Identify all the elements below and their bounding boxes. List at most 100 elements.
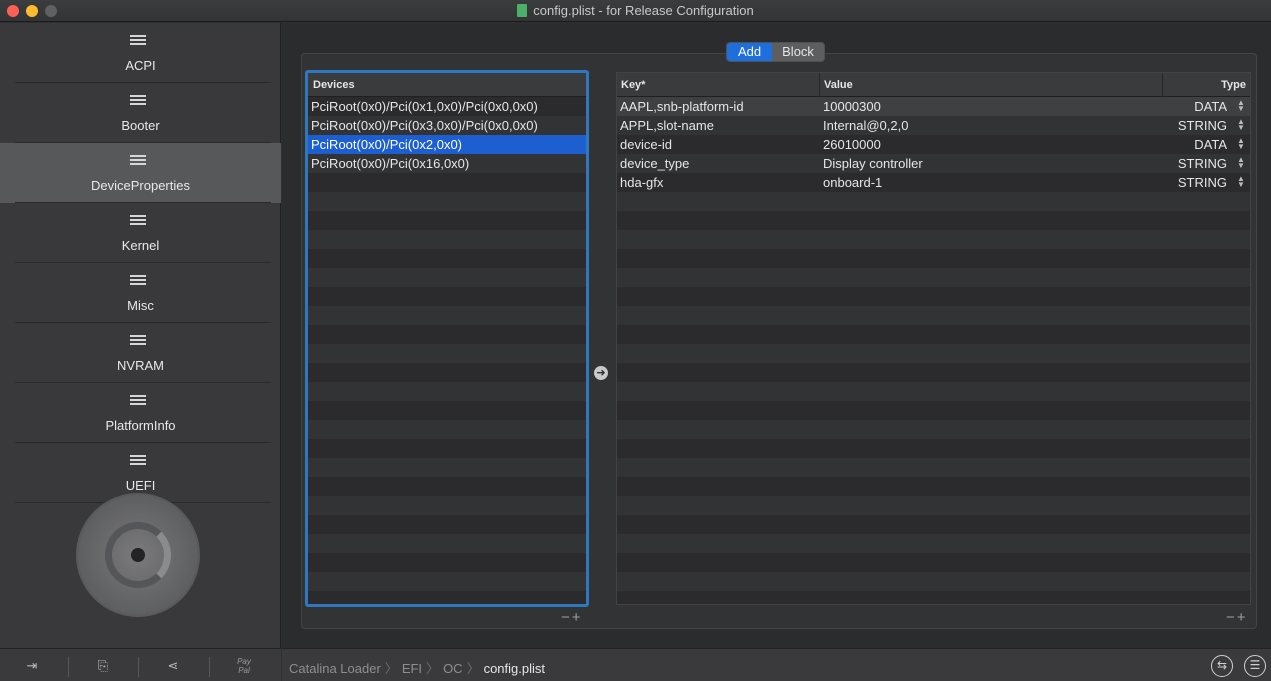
key-column-header[interactable]: Key* bbox=[617, 73, 820, 97]
empty-row bbox=[308, 382, 586, 401]
type-stepper-icon[interactable]: ▲ ▼ bbox=[1237, 99, 1245, 113]
sidebar-item-acpi[interactable]: ACPI bbox=[0, 23, 281, 83]
sidebar-item-label: NVRAM bbox=[117, 358, 164, 373]
path-bar: Catalina Loader 〉 EFI 〉 OC 〉 config.plist ⇆ ☰ bbox=[282, 648, 1271, 681]
empty-row bbox=[308, 363, 586, 382]
export-icon[interactable]: ⎘ bbox=[94, 657, 112, 675]
empty-row bbox=[617, 192, 1250, 211]
property-type[interactable]: STRING bbox=[1178, 154, 1227, 173]
tab-block[interactable]: Block bbox=[772, 43, 824, 61]
type-stepper-icon[interactable]: ▲ ▼ bbox=[1237, 118, 1245, 132]
sidebar-item-kernel[interactable]: Kernel bbox=[0, 203, 281, 263]
empty-row bbox=[308, 572, 586, 591]
add-property-button[interactable]: + bbox=[1237, 609, 1248, 626]
properties-remove-add-buttons[interactable]: −+ bbox=[1226, 609, 1248, 626]
type-stepper-icon[interactable]: ▲ ▼ bbox=[1237, 175, 1245, 189]
empty-row bbox=[617, 268, 1250, 287]
sidebar-item-deviceproperties[interactable]: DeviceProperties bbox=[0, 143, 281, 203]
empty-row bbox=[617, 515, 1250, 534]
add-block-segmented-control: Add Block bbox=[726, 42, 825, 62]
remove-property-button[interactable]: − bbox=[1226, 609, 1237, 626]
list-icon bbox=[130, 455, 146, 469]
tab-add[interactable]: Add bbox=[727, 43, 773, 61]
sidebar-item-label: DeviceProperties bbox=[91, 178, 190, 193]
list-icon bbox=[130, 155, 146, 169]
list-icon bbox=[130, 215, 146, 229]
chevron-right-icon: 〉 bbox=[426, 661, 440, 676]
import-icon[interactable]: ⇥ bbox=[23, 657, 41, 675]
devices-table[interactable]: Devices PciRoot(0x0)/Pci(0x1,0x0)/Pci(0x… bbox=[305, 70, 589, 607]
properties-header: Key* Value Type bbox=[617, 73, 1250, 97]
add-device-button[interactable]: + bbox=[572, 609, 583, 626]
breadcrumb-item[interactable]: OC bbox=[443, 661, 463, 676]
type-stepper-icon[interactable]: ▲ ▼ bbox=[1237, 156, 1245, 170]
property-value[interactable]: Display controller bbox=[823, 154, 923, 173]
type-column-header[interactable]: Type bbox=[1163, 73, 1250, 97]
swap-arrows-icon[interactable]: ⇆ bbox=[1211, 655, 1233, 677]
property-value[interactable]: 26010000 bbox=[823, 135, 881, 154]
property-key[interactable]: device-id bbox=[620, 135, 672, 154]
sidebar-item-platforminfo[interactable]: PlatformInfo bbox=[0, 383, 281, 443]
list-menu-icon[interactable]: ☰ bbox=[1244, 655, 1266, 677]
chevron-right-icon: 〉 bbox=[384, 661, 398, 676]
property-key[interactable]: AAPL,snb-platform-id bbox=[620, 97, 744, 116]
properties-table[interactable]: Key* Value Type AAPL,snb-platform-id 1000… bbox=[616, 72, 1251, 605]
property-row[interactable]: AAPL,snb-platform-id 10000300 DATA ▲ ▼ bbox=[617, 97, 1250, 116]
sidebar-item-label: Misc bbox=[127, 298, 154, 313]
breadcrumb-item[interactable]: Catalina Loader bbox=[289, 661, 381, 676]
property-type[interactable]: STRING bbox=[1178, 116, 1227, 135]
property-row[interactable]: device_type Display controller STRING ▲ ▼ bbox=[617, 154, 1250, 173]
sidebar-item-nvram[interactable]: NVRAM bbox=[0, 323, 281, 383]
go-arrow-icon[interactable]: ➜ bbox=[594, 366, 608, 380]
empty-row bbox=[308, 401, 586, 420]
app-logo-disc bbox=[76, 493, 200, 617]
empty-row bbox=[308, 173, 586, 192]
empty-row bbox=[308, 553, 586, 572]
sidebar-item-booter[interactable]: Booter bbox=[0, 83, 281, 143]
breadcrumb: Catalina Loader 〉 EFI 〉 OC 〉 config.plist bbox=[289, 658, 545, 677]
empty-row bbox=[617, 249, 1250, 268]
empty-row bbox=[308, 344, 586, 363]
empty-row bbox=[308, 496, 586, 515]
remove-device-button[interactable]: − bbox=[561, 609, 572, 626]
empty-row bbox=[308, 287, 586, 306]
property-key[interactable]: APPL,slot-name bbox=[620, 116, 714, 135]
property-value[interactable]: onboard-1 bbox=[823, 173, 882, 192]
breadcrumb-item[interactable]: config.plist bbox=[484, 661, 545, 676]
devices-column-header[interactable]: Devices bbox=[308, 73, 586, 97]
window-title-wrap: config.plist - for Release Configuration bbox=[0, 3, 1271, 18]
device-row[interactable]: PciRoot(0x0)/Pci(0x16,0x0) bbox=[308, 154, 586, 173]
window-title: config.plist - for Release Configuration bbox=[533, 3, 754, 18]
device-row[interactable]: PciRoot(0x0)/Pci(0x2,0x0) bbox=[308, 135, 586, 154]
property-type[interactable]: DATA bbox=[1194, 135, 1227, 154]
empty-row bbox=[308, 515, 586, 534]
empty-row bbox=[617, 382, 1250, 401]
property-key[interactable]: hda-gfx bbox=[620, 173, 663, 192]
device-row[interactable]: PciRoot(0x0)/Pci(0x3,0x0)/Pci(0x0,0x0) bbox=[308, 116, 586, 135]
title-bar: config.plist - for Release Configuration bbox=[0, 0, 1271, 22]
property-key[interactable]: device_type bbox=[620, 154, 689, 173]
property-type[interactable]: STRING bbox=[1178, 173, 1227, 192]
paypal-icon[interactable]: Pay Pal bbox=[232, 657, 256, 675]
property-row[interactable]: device-id 26010000 DATA ▲ ▼ bbox=[617, 135, 1250, 154]
breadcrumb-item[interactable]: EFI bbox=[402, 661, 422, 676]
sidebar-item-label: Booter bbox=[121, 118, 160, 133]
property-row[interactable]: hda-gfx onboard-1 STRING ▲ ▼ bbox=[617, 173, 1250, 192]
empty-row bbox=[308, 439, 586, 458]
value-column-header[interactable]: Value bbox=[820, 73, 1163, 97]
list-icon bbox=[130, 275, 146, 289]
sidebar-item-misc[interactable]: Misc bbox=[0, 263, 281, 323]
property-value[interactable]: 10000300 bbox=[823, 97, 881, 116]
type-stepper-icon[interactable]: ▲ ▼ bbox=[1237, 137, 1245, 151]
devices-remove-add-buttons[interactable]: −+ bbox=[561, 609, 583, 626]
device-row[interactable]: PciRoot(0x0)/Pci(0x1,0x0)/Pci(0x0,0x0) bbox=[308, 97, 586, 116]
plist-document-icon bbox=[517, 4, 528, 17]
list-icon bbox=[130, 335, 146, 349]
empty-row bbox=[617, 363, 1250, 382]
property-type[interactable]: DATA bbox=[1194, 97, 1227, 116]
share-icon[interactable]: ⋖ bbox=[164, 657, 182, 675]
sidebar: ACPI Booter DeviceProperties Kernel Misc… bbox=[0, 23, 281, 648]
empty-row bbox=[308, 211, 586, 230]
property-value[interactable]: Internal@0,2,0 bbox=[823, 116, 908, 135]
property-row[interactable]: APPL,slot-name Internal@0,2,0 STRING ▲ ▼ bbox=[617, 116, 1250, 135]
